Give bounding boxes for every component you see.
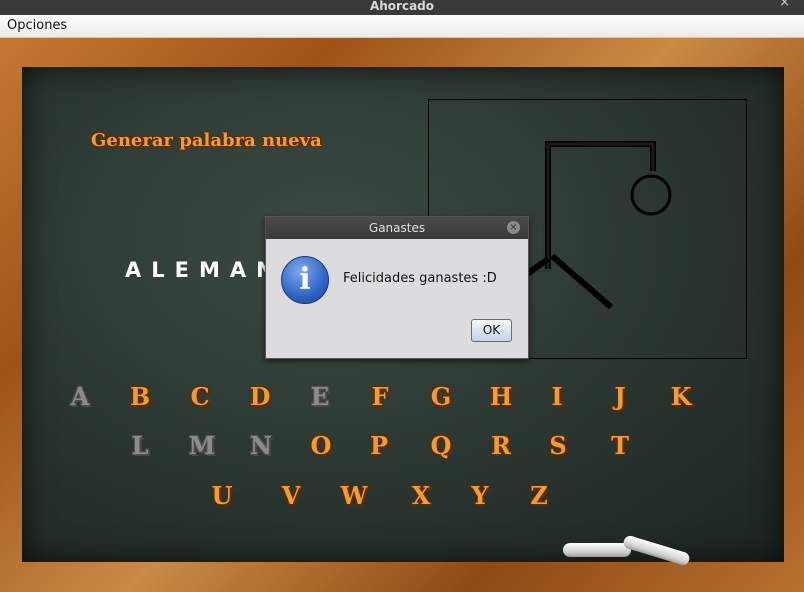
dialog-titlebar: Ganastes ×	[266, 217, 528, 239]
letter-j-button[interactable]: J	[600, 382, 640, 411]
letter-b-button[interactable]: B	[120, 382, 160, 411]
hangman-head	[630, 174, 672, 216]
gallows-brace	[550, 253, 613, 310]
letter-o-button[interactable]: O	[301, 431, 341, 460]
generate-word-button[interactable]: Generar palabra nueva	[91, 130, 322, 151]
info-icon: i	[281, 256, 329, 304]
dialog-message: Felicidades ganastes :D	[343, 271, 497, 286]
window-titlebar: Ahorcado ×	[0, 0, 804, 15]
letter-n-button[interactable]: N	[241, 431, 281, 460]
letter-y-button[interactable]: Y	[460, 481, 500, 510]
letter-e-button[interactable]: E	[300, 382, 340, 411]
letter-t-button[interactable]: T	[600, 431, 640, 460]
ok-button[interactable]: OK	[471, 319, 512, 342]
letter-w-button[interactable]: W	[334, 481, 374, 510]
letter-k-button[interactable]: K	[661, 382, 701, 411]
letter-h-button[interactable]: H	[481, 382, 521, 411]
word-display: ALEMAN	[125, 258, 284, 282]
menubar: Opciones	[0, 15, 804, 38]
letter-i-button[interactable]: I	[537, 382, 577, 411]
window-close-icon[interactable]: ×	[779, 0, 790, 9]
chalk-piece	[563, 543, 631, 557]
letter-d-button[interactable]: D	[240, 382, 280, 411]
letter-c-button[interactable]: C	[180, 382, 220, 411]
letter-v-button[interactable]: V	[271, 481, 311, 510]
win-dialog: Ganastes × i Felicidades ganastes :D OK	[265, 216, 529, 359]
letter-u-button[interactable]: U	[202, 481, 242, 510]
dialog-close-icon[interactable]: ×	[507, 221, 520, 234]
letter-g-button[interactable]: G	[421, 382, 461, 411]
dialog-title: Ganastes	[368, 221, 426, 235]
window-title: Ahorcado	[369, 0, 435, 13]
letter-s-button[interactable]: S	[538, 431, 578, 460]
letter-p-button[interactable]: P	[359, 431, 399, 460]
letter-q-button[interactable]: Q	[421, 431, 461, 460]
letter-r-button[interactable]: R	[481, 431, 521, 460]
letter-m-button[interactable]: M	[182, 431, 222, 460]
letter-f-button[interactable]: F	[360, 382, 400, 411]
letter-x-button[interactable]: X	[401, 481, 441, 510]
letter-l-button[interactable]: L	[120, 431, 160, 460]
menu-opciones[interactable]: Opciones	[7, 18, 67, 33]
letter-a-button[interactable]: A	[60, 382, 100, 411]
letter-z-button[interactable]: Z	[519, 481, 559, 510]
